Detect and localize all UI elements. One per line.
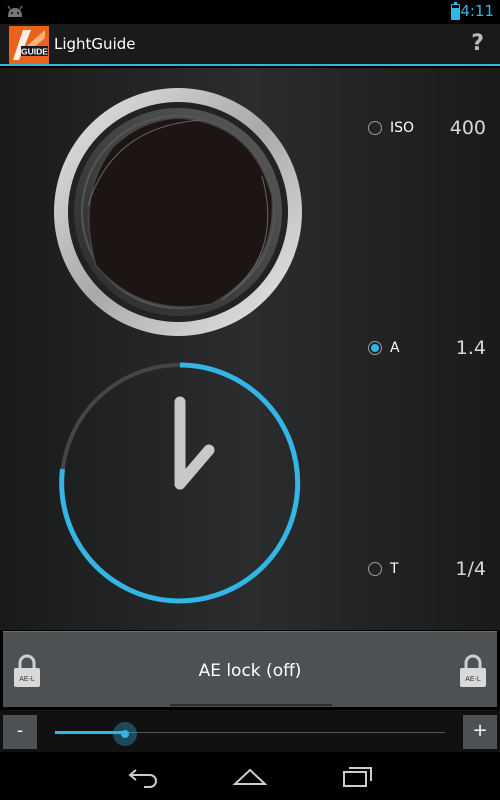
lock-icon: AE-L <box>460 654 486 687</box>
time-value: 1/4 <box>455 558 486 580</box>
app-title: LightGuide <box>54 35 136 53</box>
back-icon[interactable] <box>126 764 162 788</box>
aperture-dial[interactable] <box>57 360 303 606</box>
ae-lock-underline <box>170 704 332 706</box>
slider-thumb[interactable] <box>113 722 138 746</box>
home-icon[interactable] <box>232 764 268 788</box>
clock: 4:11 <box>460 2 494 20</box>
iso-radio[interactable] <box>368 121 382 135</box>
aperture-radio[interactable] <box>368 341 382 355</box>
aperture-value: 1.4 <box>455 337 486 359</box>
android-icon <box>7 5 23 17</box>
main-panel: ISO 400 A 1.4 T 1/4 <box>0 68 500 630</box>
status-bar: 4:11 <box>0 0 500 24</box>
time-radio[interactable] <box>368 562 382 576</box>
plus-button[interactable]: + <box>463 715 497 749</box>
iso-value: 400 <box>449 117 486 139</box>
action-bar: GUIDE LightGuide ? <box>0 24 500 66</box>
app-logo-icon[interactable]: GUIDE <box>9 26 49 64</box>
lock-icon-text: AE-L <box>465 676 481 683</box>
exposure-slider-bar: - + <box>0 710 500 752</box>
time-label: T <box>390 561 399 577</box>
help-button[interactable]: ? <box>471 31 484 56</box>
setting-row-time[interactable]: T 1/4 <box>368 558 490 580</box>
ae-lock-label: AE lock (off) <box>198 661 302 681</box>
iso-label: ISO <box>390 120 415 136</box>
setting-row-aperture[interactable]: A 1.4 <box>368 337 490 359</box>
aperture-label: A <box>390 340 400 356</box>
minus-button[interactable]: - <box>3 715 37 749</box>
battery-icon <box>451 2 460 20</box>
setting-row-iso[interactable]: ISO 400 <box>368 117 490 139</box>
logo-text: GUIDE <box>21 47 48 57</box>
aperture-lens-icon <box>54 88 302 336</box>
recent-apps-icon[interactable] <box>340 764 376 788</box>
navigation-bar <box>0 752 500 800</box>
ae-lock-button[interactable]: AE-L AE lock (off) AE-L <box>3 631 497 707</box>
